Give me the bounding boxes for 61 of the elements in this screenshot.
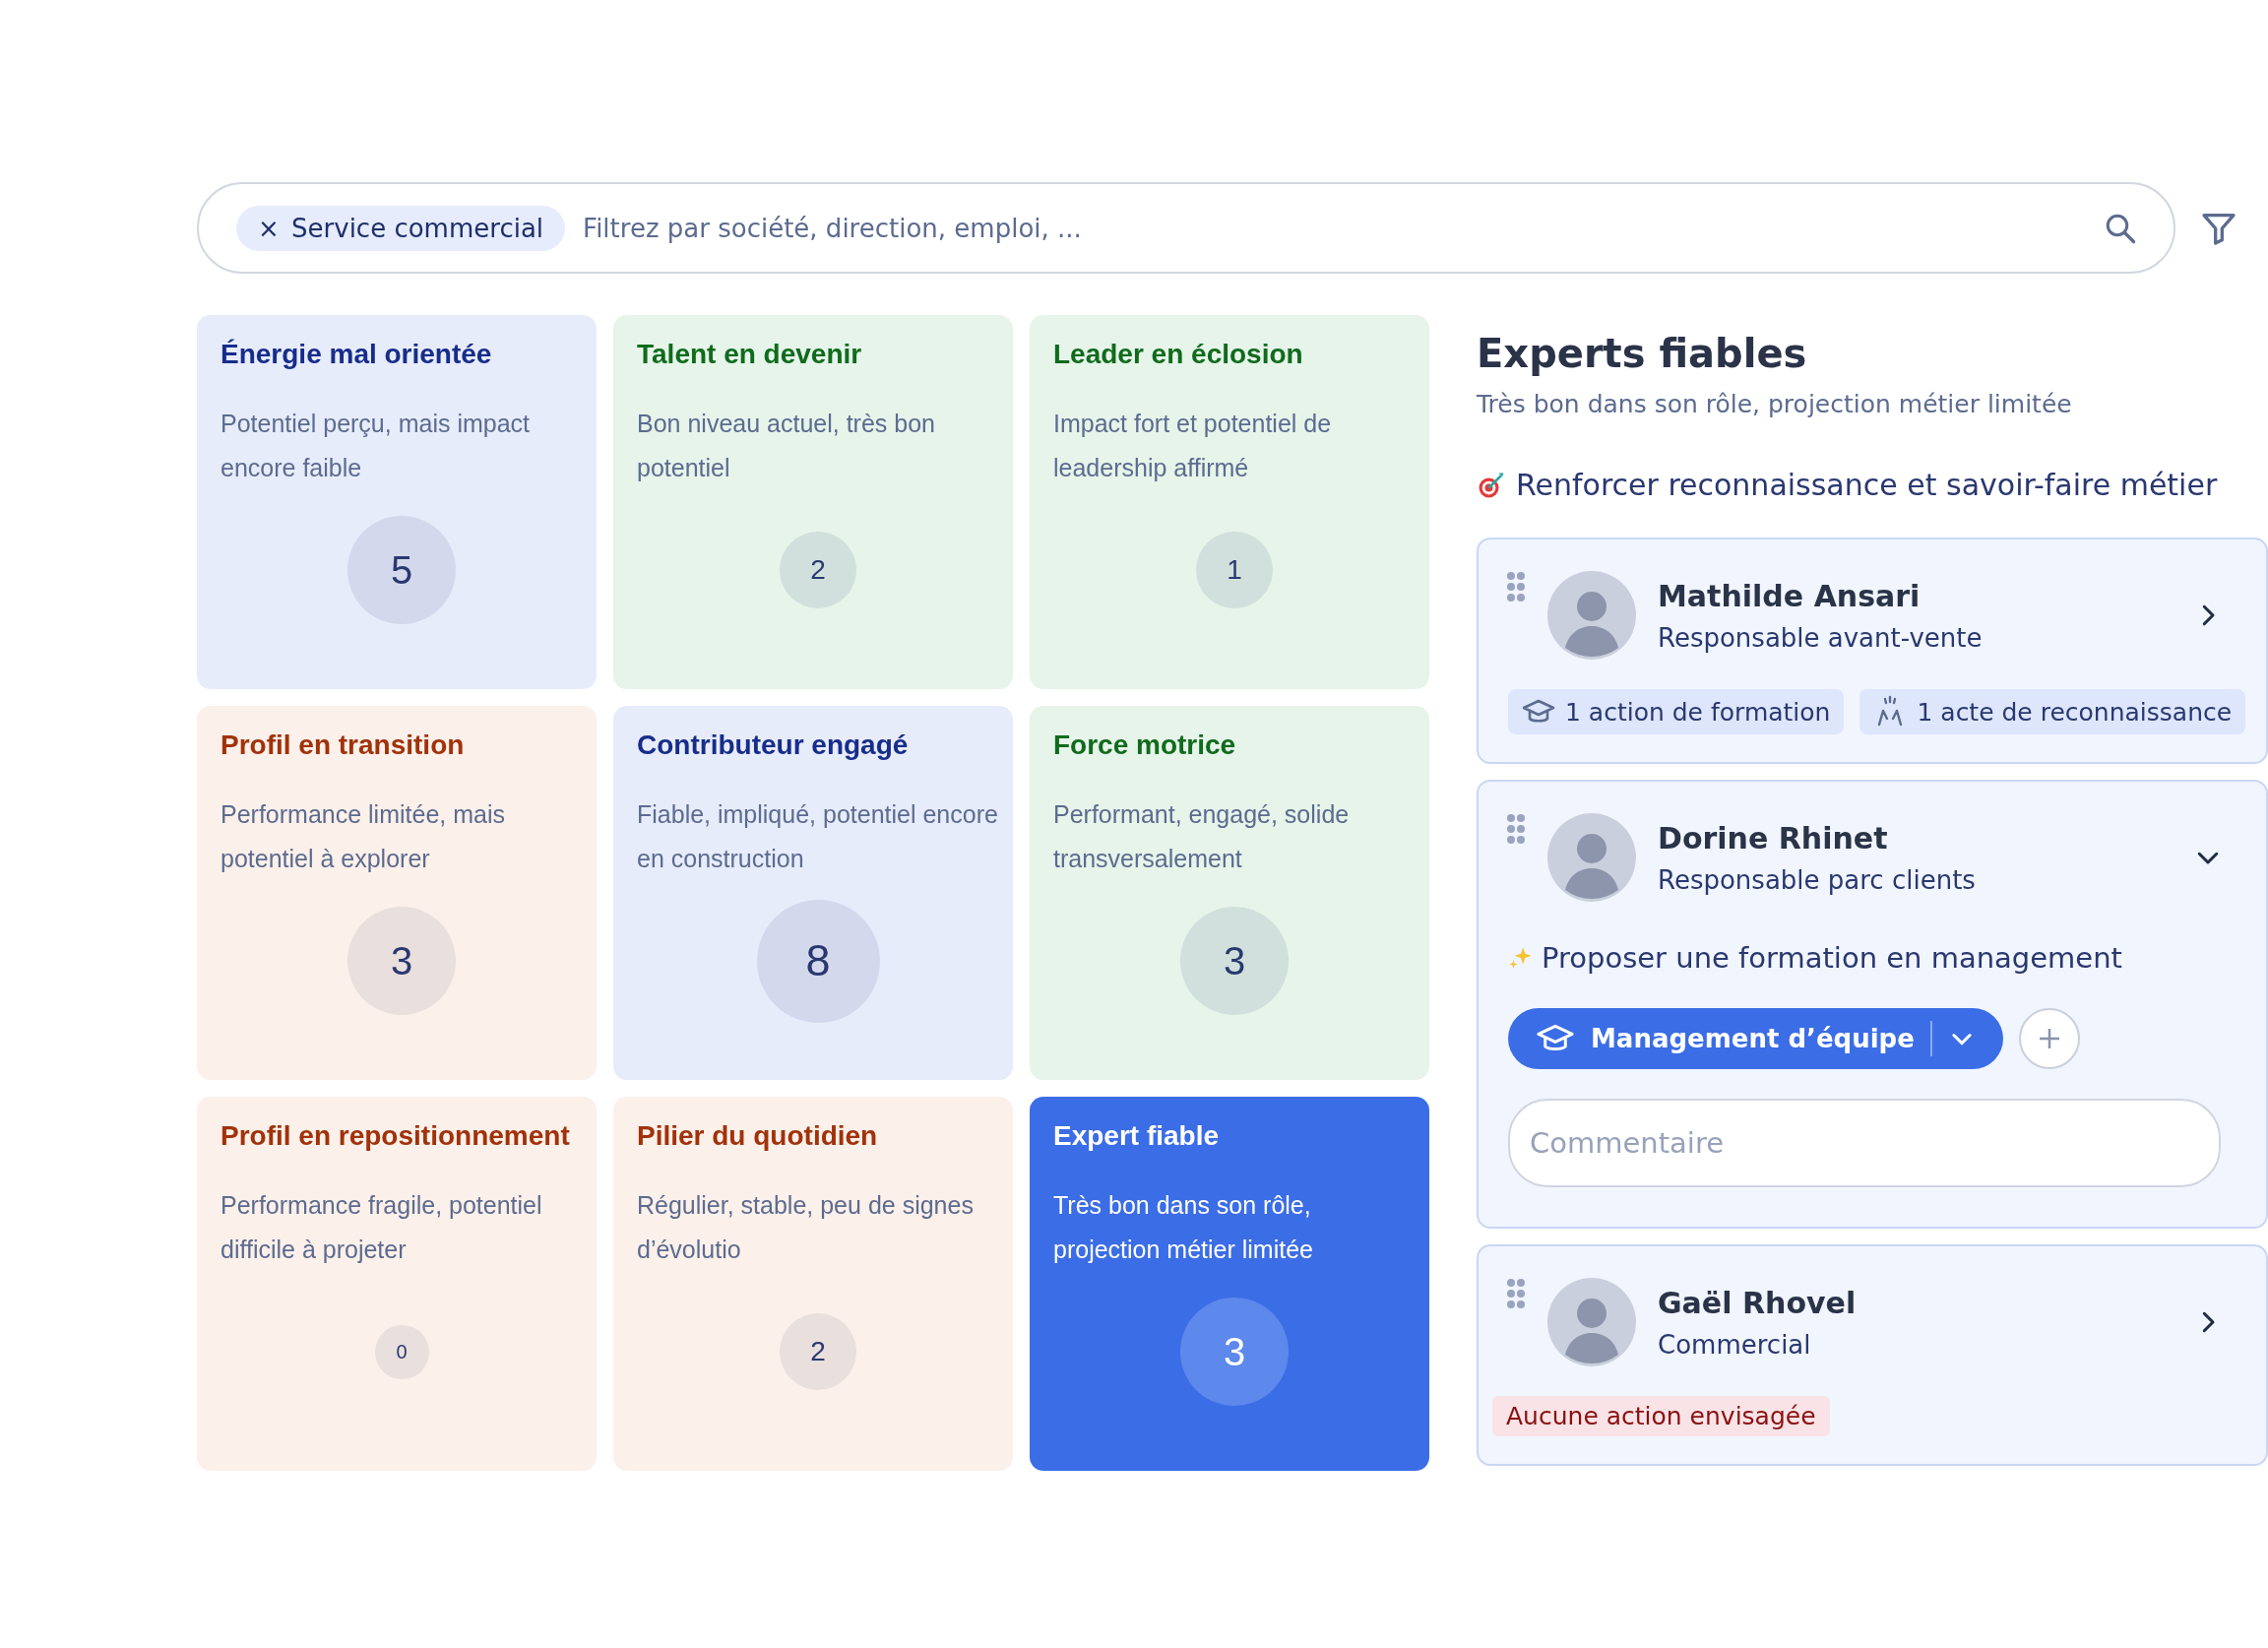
suggestion-text: Proposer une formation en management [1542,941,2122,975]
matrix-cell[interactable]: Leader en éclosion Impact fort et potentiel de leadership affirmé 1 [1030,315,1429,689]
drag-handle-icon[interactable] [1506,1278,1526,1309]
matrix-cell[interactable]: Pilier du quotidien Régulier, stable, peu de signes d’évolutio 2 [613,1097,1013,1471]
person-card[interactable]: Mathilde Ansari Responsable avant-vente 1 action de formation 1 acte de reconnaissance [1477,538,2268,764]
cell-description: Impact fort et potentiel de leadership affirmé [1053,409,1333,483]
cell-description: Très bon dans son rôle, projection métier limitée [1053,1190,1314,1265]
cell-title: Profil en transition [220,729,466,761]
cell-description: Performance fragile, potentiel difficile à projeter [220,1190,543,1265]
cell-title: Énergie mal orientée [220,339,493,370]
count-badge: 3 [347,907,456,1015]
cell-title: Talent en devenir [637,339,863,370]
count-badge: 2 [780,1313,856,1390]
graduation-cap-icon [1522,698,1555,726]
cell-description: Bon niveau actuel, très bon potentiel [637,409,936,483]
cell-title: Expert fiable [1053,1120,1221,1152]
training-dropdown[interactable]: Management d’équipe [1508,1008,2003,1069]
cell-description: Régulier, stable, peu de signes d’évolutio [637,1190,975,1265]
cell-description: Performant, engagé, solide transversalement [1053,799,1351,874]
person-card[interactable]: Gaël Rhovel Commercial Aucune action envisagée [1477,1244,2268,1466]
goal-text: Renforcer reconnaissance et savoir-faire métier [1516,468,2218,502]
matrix-cell[interactable]: Énergie mal orientée Potentiel perçu, mais impact encore faible 5 [197,315,597,689]
count-badge: 3 [1180,1298,1289,1406]
search-field[interactable]: × Service commercial Filtrez par société, direction, emploi, ... [197,182,2175,274]
count-badge: 5 [347,516,456,624]
cell-description: Potentiel perçu, mais impact encore faible [220,409,532,483]
action-tag: 1 acte de reconnaissance [1859,689,2246,734]
cell-title: Profil en repositionnement [220,1120,571,1152]
person-name: Gaël Rhovel [1658,1285,1858,1320]
count-badge: 0 [374,1324,429,1379]
cell-description: Fiable, impliqué, potentiel encore en construction [637,799,999,874]
count-badge: 3 [1180,907,1289,1015]
matrix-cell[interactable]: Talent en devenir Bon niveau actuel, très bon potentiel 2 [613,315,1013,689]
count-badge: 1 [1196,532,1273,608]
panel-subtitle: Très bon dans son rôle, projection métier limitée [1477,390,2073,418]
person-role: Commercial [1658,1329,1812,1360]
cell-title: Contributeur engagé [637,729,910,761]
person-role: Responsable avant-vente [1658,622,1984,653]
person-name: Mathilde Ansari [1658,578,1922,613]
count-badge: 8 [756,899,880,1023]
matrix-cell[interactable]: Profil en repositionnement Performance fragile, potentiel difficile à projeter 0 [197,1097,597,1471]
filter-chip[interactable]: × Service commercial [236,205,566,251]
matrix-cell[interactable]: Expert fiable Très bon dans son rôle, projection métier limitée 3 [1030,1097,1429,1471]
no-action-badge: Aucune action envisagée [1492,1396,1830,1436]
count-badge: 2 [780,532,856,608]
comment-field[interactable]: Commentaire [1508,1099,2221,1187]
person-name: Dorine Rhinet [1658,820,1889,856]
matrix-cell[interactable]: Force motrice Performant, engagé, solide transversalement 3 [1030,706,1429,1080]
panel-title: Experts fiables [1477,331,1808,376]
matrix-cell[interactable]: Contributeur engagé Fiable, impliqué, potentiel encore en construction 8 [613,706,1013,1080]
person-card[interactable]: Dorine Rhinet Responsable parc clients Proposer une formation en management Management d’équipe Commentaire [1477,780,2268,1229]
cell-title: Pilier du quotidien [637,1120,879,1152]
drag-handle-icon[interactable] [1506,571,1526,602]
sparkle-icon [1508,945,1534,971]
drag-handle-icon[interactable] [1506,813,1526,845]
matrix-cell[interactable]: Profil en transition Performance limitée, mais potentiel à explorer 3 [197,706,597,1080]
cell-title: Force motrice [1053,729,1237,761]
cell-title: Leader en éclosion [1053,339,1304,370]
person-role: Responsable parc clients [1658,864,1977,895]
cell-description: Performance limitée, mais potentiel à explorer [220,799,506,874]
action-tag: 1 action de formation [1508,689,1845,734]
